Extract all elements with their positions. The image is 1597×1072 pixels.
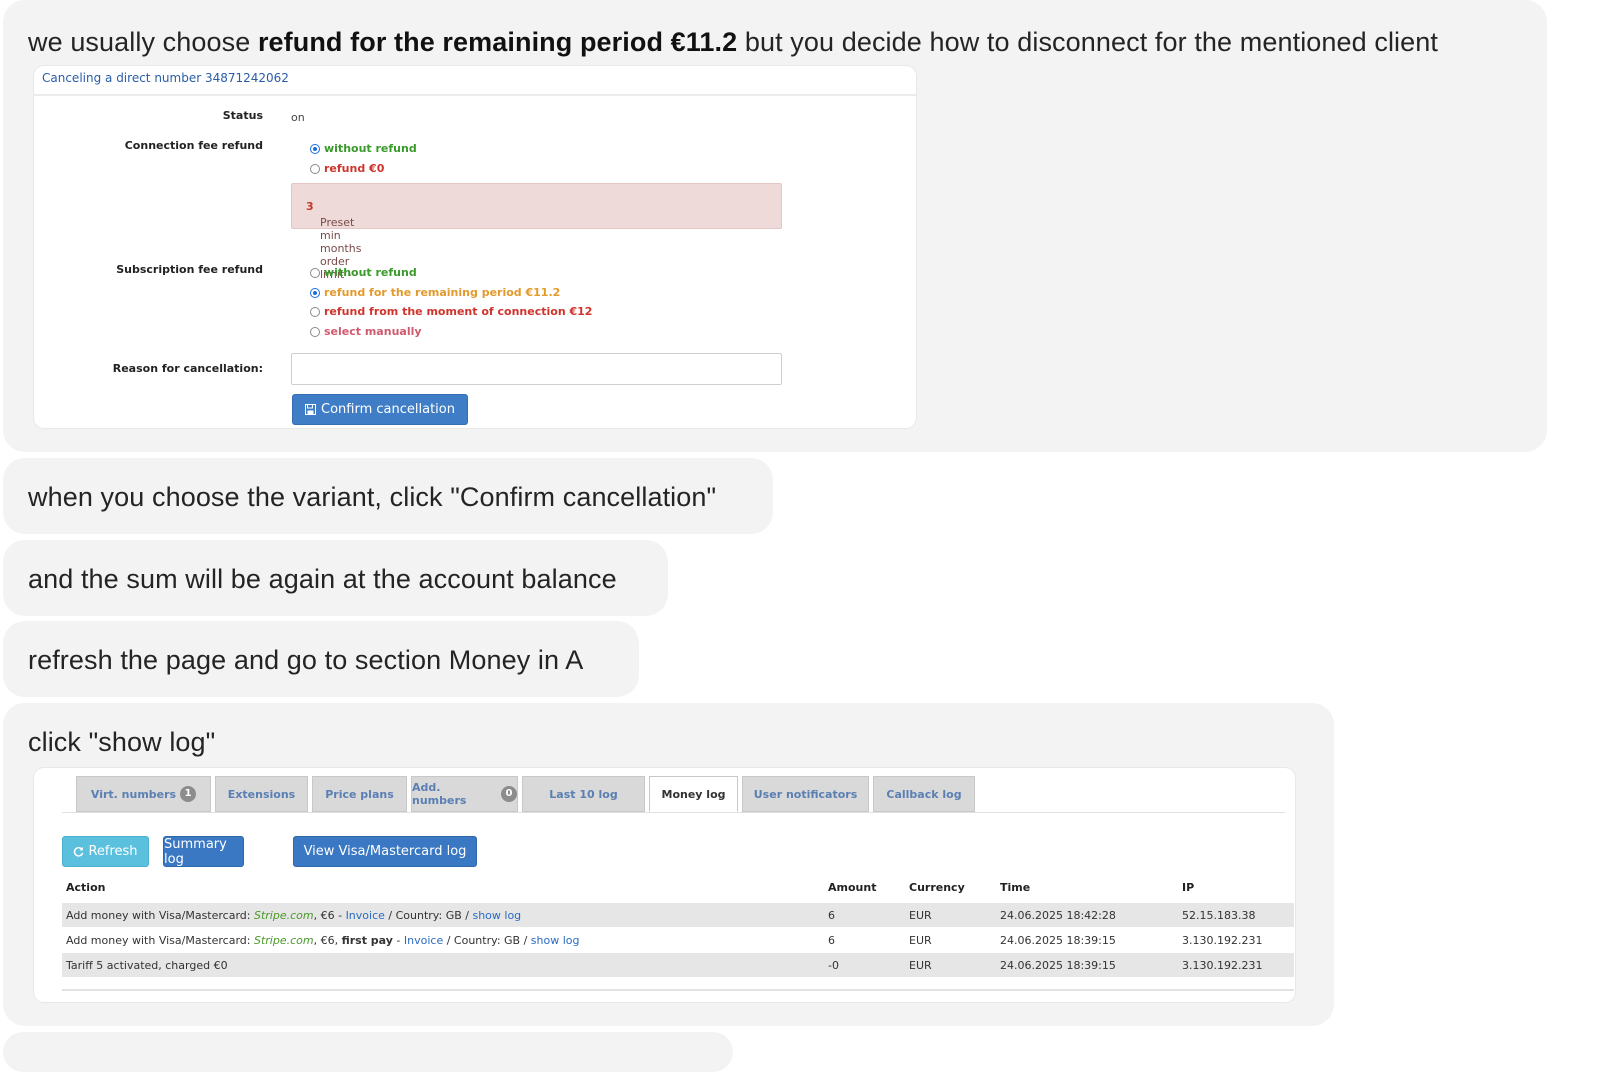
connection-fee-label: Connection fee refund	[124, 139, 263, 152]
chat-message: when you choose the variant, click "Conf…	[3, 458, 773, 534]
time-cell: 24.06.2025 18:39:15	[1000, 934, 1116, 947]
currency-cell: EUR	[909, 934, 932, 947]
chat-message: and the sum will be again at the account…	[3, 540, 668, 616]
radio-subscription-from-connection[interactable]: refund from the moment of connection €12	[310, 305, 592, 318]
radio-icon	[310, 267, 320, 278]
count-badge: 0	[501, 786, 517, 802]
column-header-amount: Amount	[828, 881, 877, 894]
action-cell: Add money with Visa/Mastercard: Stripe.c…	[66, 909, 522, 922]
tab-price-plans[interactable]: Price plans	[312, 776, 407, 812]
radio-selected-icon	[310, 287, 320, 298]
radio-subscription-remaining-period[interactable]: refund for the remaining period €11.2	[310, 286, 560, 299]
tab-extensions[interactable]: Extensions	[215, 776, 308, 812]
action-cell: Tariff 5 activated, charged €0	[66, 959, 228, 972]
message-text: when you choose the variant, click "Conf…	[28, 482, 717, 512]
ip-cell: 3.130.192.231	[1182, 959, 1263, 972]
confirm-cancellation-button[interactable]: Confirm cancellation	[292, 394, 468, 425]
column-header-ip: IP	[1182, 881, 1195, 894]
summary-log-button[interactable]: Summary log	[163, 836, 244, 867]
invoice-link[interactable]: Invoice	[346, 909, 385, 922]
table-row: Tariff 5 activated, charged €0 -0 EUR 24…	[62, 953, 1294, 977]
radio-subscription-without-refund[interactable]: without refund	[310, 266, 417, 279]
invoice-link[interactable]: Invoice	[404, 934, 443, 947]
column-header-action: Action	[66, 881, 106, 894]
column-header-currency: Currency	[909, 881, 965, 894]
divider	[62, 812, 1285, 813]
tab-money-log[interactable]: Money log	[649, 776, 738, 812]
divider	[62, 989, 1294, 991]
refresh-button[interactable]: Refresh	[62, 836, 149, 867]
radio-icon	[310, 306, 320, 317]
show-log-link[interactable]: show log	[472, 909, 521, 922]
tab-last-10-log[interactable]: Last 10 log	[522, 776, 645, 812]
cancel-form-screenshot: Canceling a direct number 34871242062 St…	[34, 66, 916, 428]
radio-connection-without-refund[interactable]: without refund	[310, 142, 417, 155]
count-badge: 1	[180, 786, 197, 802]
table-row: Add money with Visa/Mastercard: Stripe.c…	[62, 928, 1294, 952]
amount-cell: 6	[828, 934, 835, 947]
message-text: we usually choose refund for the remaini…	[28, 27, 1438, 57]
money-log-screenshot: Virt. numbers 1 Extensions Price plans Ad…	[34, 768, 1295, 1002]
tab-virt-numbers[interactable]: Virt. numbers 1	[76, 776, 211, 812]
form-title: Canceling a direct number 34871242062	[42, 71, 289, 85]
chat-message: refresh the page and go to section Money…	[3, 621, 639, 697]
table-row: Add money with Visa/Mastercard: Stripe.c…	[62, 903, 1294, 927]
action-cell: Add money with Visa/Mastercard: Stripe.c…	[66, 934, 580, 947]
ip-cell: 52.15.183.38	[1182, 909, 1256, 922]
tab-add-numbers[interactable]: Add. numbers 0	[411, 776, 518, 812]
status-label: Status	[222, 109, 263, 122]
radio-selected-icon	[310, 143, 320, 154]
radio-connection-refund[interactable]: refund €0	[310, 162, 384, 175]
chat-message: we usually choose refund for the remaini…	[3, 0, 1547, 452]
min-months-alert: Preset min months order limit - 3	[291, 183, 782, 281]
radio-icon	[310, 163, 320, 174]
time-cell: 24.06.2025 18:39:15	[1000, 959, 1116, 972]
show-log-link[interactable]: show log	[531, 934, 580, 947]
tab-callback-log[interactable]: Callback log	[873, 776, 975, 812]
message-text: and the sum will be again at the account…	[28, 564, 617, 594]
chat-message: click "show log" Virt. numbers 1 Extensio…	[3, 703, 1334, 1026]
divider	[34, 94, 916, 96]
subscription-fee-label: Subscription fee refund	[116, 263, 263, 276]
reason-input[interactable]	[291, 353, 782, 385]
message-text: refresh the page and go to section Money…	[28, 645, 584, 675]
column-header-time: Time	[1000, 881, 1031, 894]
refresh-icon	[74, 846, 84, 857]
save-icon	[305, 404, 317, 415]
chat-message-partial	[3, 1032, 733, 1072]
tab-user-notificators[interactable]: User notificators	[742, 776, 869, 812]
currency-cell: EUR	[909, 909, 932, 922]
radio-icon	[310, 326, 320, 337]
visa-mastercard-log-button[interactable]: View Visa/Mastercard log	[293, 836, 477, 867]
time-cell: 24.06.2025 18:42:28	[1000, 909, 1116, 922]
message-text: click "show log"	[28, 727, 216, 757]
radio-subscription-select-manually[interactable]: select manually	[310, 325, 422, 338]
status-value: on	[291, 111, 305, 124]
reason-label: Reason for cancellation:	[112, 362, 263, 375]
amount-cell: -0	[828, 959, 839, 972]
currency-cell: EUR	[909, 959, 932, 972]
ip-cell: 3.130.192.231	[1182, 934, 1263, 947]
amount-cell: 6	[828, 909, 835, 922]
